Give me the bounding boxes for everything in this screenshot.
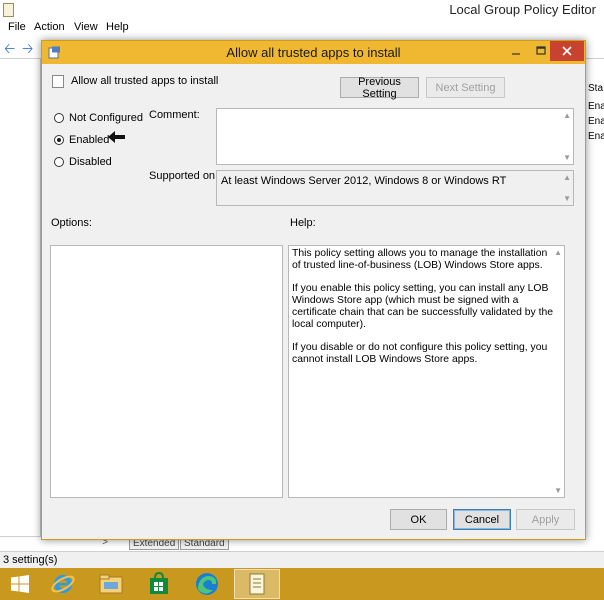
radio-not-configured[interactable]: Not Configured [54, 111, 143, 125]
supported-on-box: At least Windows Server 2012, Windows 8 … [216, 170, 574, 206]
maximize-icon [536, 46, 546, 55]
supported-on-value: At least Windows Server 2012, Windows 8 … [221, 175, 507, 187]
scroll-up-icon[interactable]: ▲ [563, 111, 571, 120]
state-cell: Enal [588, 101, 604, 112]
minimize-button[interactable] [504, 41, 528, 61]
dialog-title-bar[interactable]: Allow all trusted apps to install [42, 41, 585, 64]
comment-input[interactable]: ▲ ▼ [216, 108, 574, 165]
editor-app-icon [3, 3, 14, 17]
editor-tree-pane [0, 58, 41, 537]
apply-button[interactable]: Apply [516, 509, 575, 530]
start-icon [11, 575, 29, 593]
close-button[interactable] [550, 41, 584, 61]
taskbar-store[interactable] [139, 569, 179, 599]
radio-button[interactable] [54, 135, 64, 145]
file-explorer-icon [99, 574, 123, 594]
policy-setting-icon [52, 75, 64, 88]
editor-settings-pane: Sta Enal Enal Enal [586, 58, 604, 537]
state-cell: Enal [588, 131, 604, 142]
store-icon [150, 572, 168, 594]
scroll-down-icon[interactable]: ▼ [554, 486, 562, 495]
next-setting-button[interactable]: Next Setting [426, 77, 505, 98]
taskbar-edge[interactable] [187, 569, 227, 599]
scroll-down-icon[interactable]: ▼ [563, 153, 571, 162]
taskbar-file-explorer[interactable] [91, 569, 131, 599]
scroll-down-icon[interactable]: ▼ [563, 194, 571, 203]
supported-on-label: Supported on: [149, 170, 219, 182]
radio-label: Disabled [69, 156, 112, 168]
options-pane[interactable] [50, 245, 283, 498]
ok-button[interactable]: OK [390, 509, 447, 530]
taskbar-policy-editor[interactable] [234, 569, 280, 599]
taskbar-internet-explorer[interactable] [43, 569, 83, 599]
radio-button[interactable] [54, 157, 64, 167]
close-icon [562, 46, 572, 56]
help-paragraph: This policy setting allows you to manage… [292, 248, 548, 271]
status-text: 3 setting(s) [3, 554, 58, 566]
menu-view[interactable]: View [74, 21, 98, 33]
help-paragraph: If you enable this policy setting, you c… [292, 283, 554, 330]
radio-button[interactable] [54, 113, 64, 123]
state-column-header[interactable]: Sta [588, 83, 603, 94]
policy-name: Allow all trusted apps to install [71, 75, 219, 87]
state-cell: Enal [588, 116, 604, 127]
comment-label: Comment: [149, 109, 200, 121]
previous-setting-button[interactable]: Previous Setting [340, 76, 419, 100]
menu-help[interactable]: Help [106, 21, 129, 33]
minimize-icon [512, 53, 520, 55]
menu-action[interactable]: Action [34, 21, 65, 33]
menu-file[interactable]: File [8, 21, 26, 33]
policy-editor-icon [249, 573, 265, 595]
internet-explorer-icon [51, 575, 75, 593]
policy-setting-dialog: Allow all trusted apps to install Allow … [41, 40, 586, 540]
radio-disabled[interactable]: Disabled [54, 155, 112, 169]
taskbar [0, 568, 604, 600]
edge-icon [196, 573, 218, 595]
editor-title: Local Group Policy Editor [449, 2, 596, 17]
editor-menu-bar: File Action View Help [0, 20, 604, 36]
radio-label: Enabled [69, 134, 110, 146]
cancel-button[interactable]: Cancel [453, 509, 511, 530]
options-label: Options: [51, 217, 92, 229]
editor-title-bar: Local Group Policy Editor [0, 0, 604, 20]
radio-label: Not Configured [69, 112, 143, 124]
scroll-up-icon[interactable]: ▲ [554, 248, 562, 257]
start-button[interactable] [0, 569, 40, 599]
help-text: This policy setting allows you to manage… [292, 248, 555, 378]
help-label: Help: [290, 217, 316, 229]
help-pane[interactable]: This policy setting allows you to manage… [288, 245, 565, 498]
help-paragraph: If you disable or do not configure this … [292, 342, 548, 365]
pointing-arrow-icon [108, 131, 125, 143]
status-bar: 3 setting(s) [0, 551, 604, 569]
radio-enabled[interactable]: Enabled [54, 133, 109, 147]
scroll-up-icon[interactable]: ▲ [563, 173, 571, 182]
